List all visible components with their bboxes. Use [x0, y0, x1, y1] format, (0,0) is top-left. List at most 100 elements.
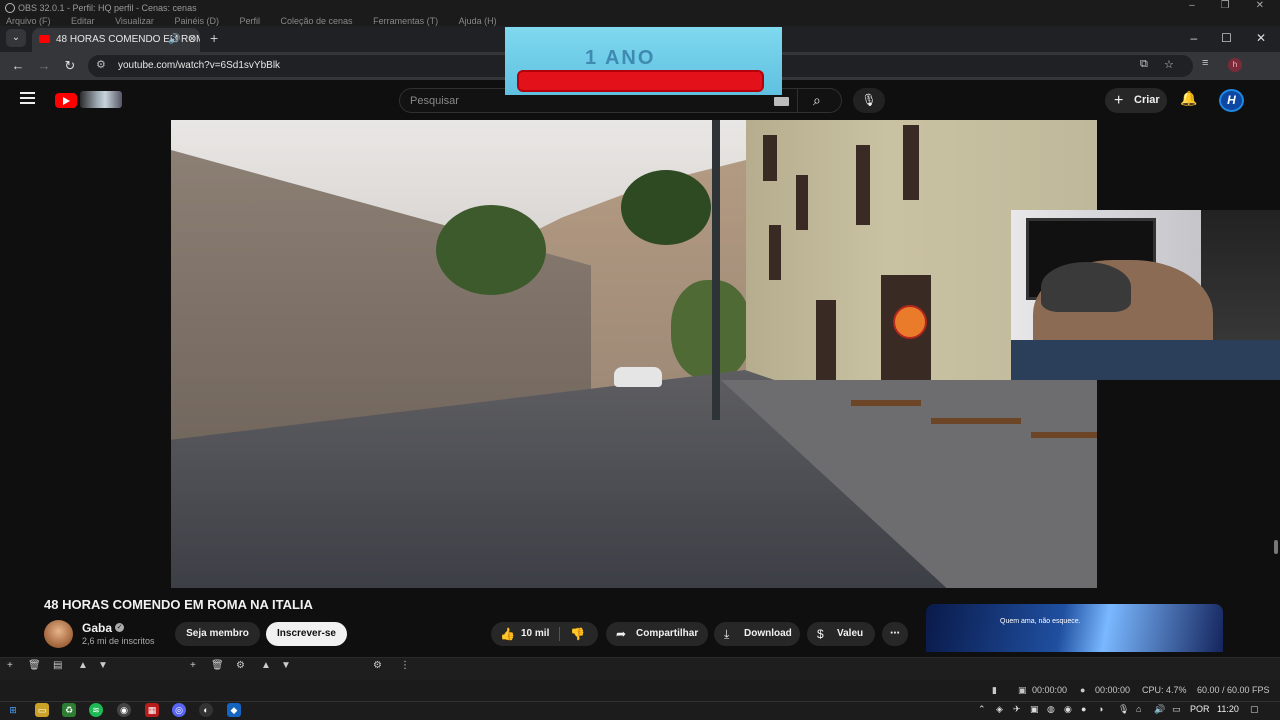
obs-menu-item[interactable]: Perfil: [239, 16, 260, 26]
channel-name[interactable]: Gaba: [82, 621, 112, 635]
back-button[interactable]: ←: [8, 56, 28, 76]
tray-chevron-icon[interactable]: ⌃: [978, 704, 986, 715]
obs-minimize-icon[interactable]: –: [1189, 0, 1195, 16]
ad-text: Quem ama, não esquece.: [1000, 618, 1081, 625]
obs-menu-item[interactable]: Arquivo (F): [6, 16, 51, 26]
obs-menu-bar: Arquivo (F) Editar Visualizar Painéis (D…: [0, 16, 1280, 26]
search-icon[interactable]: ⌕: [813, 92, 821, 109]
sidebar-ad-banner[interactable]: Quem ama, não esquece.: [926, 604, 1223, 664]
thanks-button[interactable]: $ Valeu: [807, 622, 875, 646]
add-source-icon[interactable]: +: [190, 660, 196, 671]
notification-center-icon[interactable]: ▢: [1250, 704, 1259, 715]
tray-app-icon[interactable]: ◍: [1047, 704, 1055, 715]
more-actions-icon[interactable]: ⋯: [882, 622, 908, 646]
obs-menu-item[interactable]: Coleção de cenas: [281, 16, 353, 26]
obs-logo-icon: [5, 3, 15, 13]
video-window: [769, 225, 781, 280]
mixer-settings-icon[interactable]: ⚙: [373, 660, 382, 671]
scene-filter-icon[interactable]: ▤: [53, 660, 62, 671]
record-time: 00:00:00: [1095, 685, 1131, 695]
channel-avatar[interactable]: [44, 620, 73, 648]
tray-app-icon[interactable]: ◉: [1064, 704, 1072, 715]
browser-tab-active[interactable]: 48 HORAS COMENDO EM ROMA NA ITALIA 🔊 ✕: [32, 28, 200, 52]
browser-minimize-icon[interactable]: –: [1190, 28, 1197, 48]
like-icon[interactable]: 👍: [500, 627, 515, 641]
tray-app-icon[interactable]: ◑: [1098, 704, 1103, 714]
volume-icon[interactable]: 🔊: [1154, 704, 1165, 715]
chrome-icon[interactable]: ◉: [117, 703, 131, 717]
tray-app-icon[interactable]: ◈: [996, 704, 1003, 715]
join-member-button[interactable]: Seja membro: [175, 622, 260, 646]
site-info-icon[interactable]: ⚙: [96, 58, 106, 71]
add-scene-icon[interactable]: +: [7, 660, 13, 671]
tab-audio-icon[interactable]: 🔊: [168, 28, 180, 52]
share-button[interactable]: ➦ Compartilhar: [606, 622, 708, 646]
url-text[interactable]: youtube.com/watch?v=6Sd1svYbBlk: [118, 55, 280, 77]
obs-menu-item[interactable]: Painéis (D): [174, 16, 219, 26]
cast-icon[interactable]: ⧉: [1140, 58, 1148, 71]
obs-menu-item[interactable]: Visualizar: [115, 16, 154, 26]
obs-menu-item[interactable]: Ajuda (H): [459, 16, 497, 26]
source-up-icon[interactable]: ▲: [261, 660, 271, 671]
webcam-overlay: [1011, 210, 1280, 380]
browser-profile-avatar[interactable]: h: [1228, 58, 1242, 72]
tab-close-icon[interactable]: ✕: [188, 28, 196, 52]
battery-icon[interactable]: ▭: [1172, 704, 1181, 715]
dislike-icon[interactable]: 👎: [570, 627, 585, 641]
forward-button[interactable]: →: [34, 56, 54, 76]
obs-close-icon[interactable]: ✕: [1256, 0, 1264, 16]
source-settings-icon[interactable]: ⚙: [236, 660, 245, 671]
tab-search-button[interactable]: ⌄: [6, 29, 26, 47]
file-explorer-icon[interactable]: ▭: [35, 703, 49, 717]
menu-icon[interactable]: [20, 92, 35, 104]
spotify-icon[interactable]: ≋: [89, 703, 103, 717]
account-avatar[interactable]: H: [1219, 89, 1244, 112]
discord-icon[interactable]: ◎: [172, 703, 186, 717]
new-tab-button[interactable]: +: [210, 28, 218, 48]
tray-app-icon[interactable]: ▣: [1030, 704, 1039, 715]
create-button[interactable]: + Criar: [1105, 88, 1167, 113]
notifications-bell-icon[interactable]: 🔔: [1180, 90, 1197, 107]
move-down-icon[interactable]: ▼: [98, 660, 108, 671]
subscribe-button[interactable]: Inscrever-se: [266, 622, 347, 646]
news-app-icon[interactable]: ▦: [145, 703, 159, 717]
browser-maximize-icon[interactable]: ☐: [1221, 28, 1232, 48]
video-player[interactable]: [171, 120, 1097, 588]
tray-app-icon[interactable]: ●: [1081, 704, 1086, 714]
like-dislike-group: 👍 10 mil 👎: [491, 622, 598, 646]
record-status-icon: ●: [1080, 685, 1086, 695]
source-down-icon[interactable]: ▼: [281, 660, 291, 671]
media-controls-icon[interactable]: ≡: [1202, 57, 1208, 69]
tray-app-icon[interactable]: ✈: [1013, 704, 1021, 715]
youtube-doodle-logo[interactable]: [80, 91, 122, 108]
app-icon[interactable]: ◆: [227, 703, 241, 717]
keyboard-icon[interactable]: [774, 97, 789, 106]
like-count[interactable]: 10 mil: [521, 622, 549, 646]
app-icon[interactable]: ♻: [62, 703, 76, 717]
remove-scene-icon[interactable]: 🗑: [28, 660, 41, 671]
video-car: [614, 367, 662, 387]
taskbar-clock[interactable]: 11:20: [1217, 704, 1239, 714]
obs-menu-item[interactable]: Editar: [71, 16, 95, 26]
browser-close-icon[interactable]: ✕: [1256, 28, 1266, 48]
video-window: [796, 175, 808, 230]
page-scrollbar[interactable]: [1274, 540, 1278, 554]
video-picnic-table: [851, 400, 921, 406]
remove-source-icon[interactable]: 🗑: [211, 660, 224, 671]
network-icon[interactable]: ⌂: [1136, 704, 1141, 714]
download-button[interactable]: ⤓ Download: [714, 622, 800, 646]
obs-restore-icon[interactable]: ❐: [1221, 0, 1230, 16]
youtube-logo-icon[interactable]: [55, 93, 77, 108]
obs-icon[interactable]: ◐: [199, 703, 213, 717]
reload-button[interactable]: ↻: [60, 56, 80, 76]
microphone-icon[interactable]: 🎙: [1118, 704, 1129, 715]
voice-search-icon[interactable]: 🎙: [853, 88, 885, 113]
input-language[interactable]: POR: [1190, 704, 1210, 714]
bookmark-star-icon[interactable]: ☆: [1164, 58, 1174, 71]
obs-menu-item[interactable]: Ferramentas (T): [373, 16, 438, 26]
move-up-icon[interactable]: ▲: [78, 660, 88, 671]
start-menu-icon[interactable]: ⊞: [6, 703, 20, 717]
mixer-menu-icon[interactable]: ⋮: [400, 660, 410, 671]
stream-status-icon: ▣: [1018, 685, 1027, 695]
thanks-icon: $: [817, 627, 824, 641]
